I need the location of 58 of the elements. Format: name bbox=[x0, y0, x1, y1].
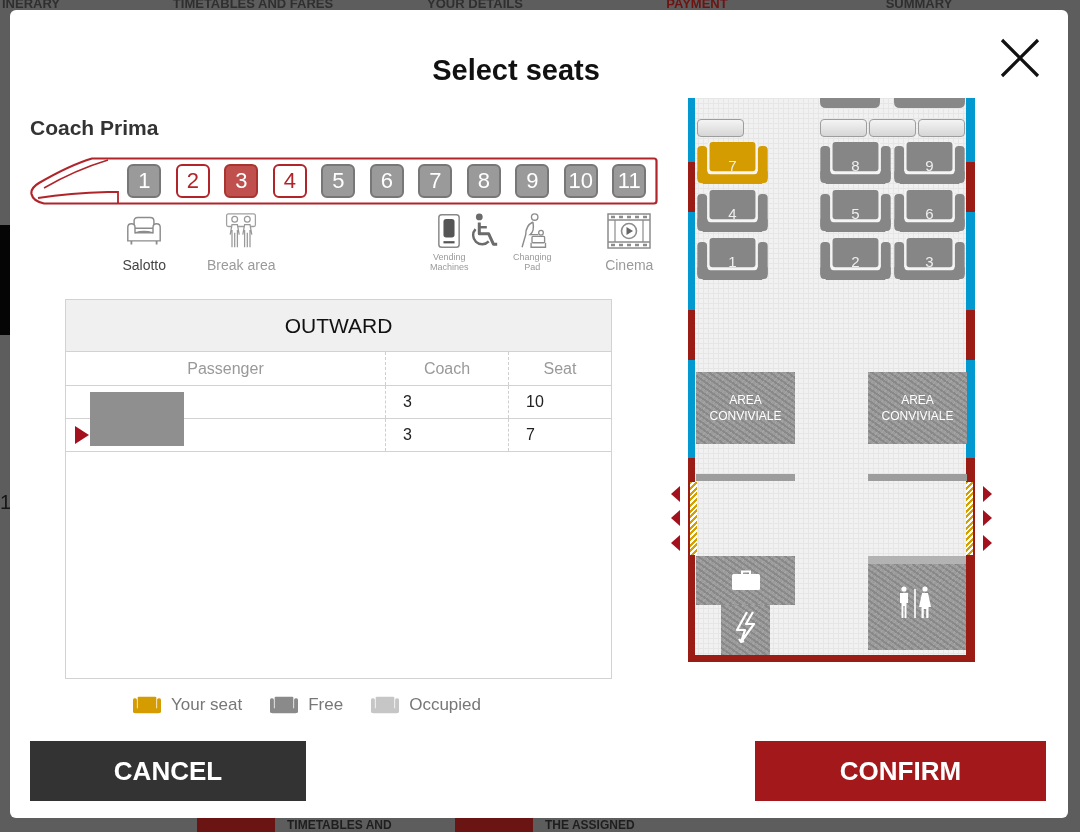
coach-button[interactable]: 10 bbox=[563, 164, 598, 198]
amenity-label: Changing Pad bbox=[513, 252, 552, 272]
coach-button[interactable]: 6 bbox=[369, 164, 404, 198]
table-cell: 3 bbox=[386, 386, 509, 418]
coach-button[interactable]: 7 bbox=[418, 164, 453, 198]
electrical-cabinet bbox=[721, 605, 770, 655]
table-top bbox=[869, 119, 916, 137]
coach-button[interactable]: 1 bbox=[127, 164, 162, 198]
table-title: OUTWARD bbox=[66, 300, 611, 352]
table-top bbox=[697, 119, 744, 137]
door-arrow-icon bbox=[983, 535, 992, 551]
background-text: 1 bbox=[0, 490, 10, 514]
coach-button[interactable]: 3 bbox=[224, 164, 259, 198]
area-label: AREA CONVIVIALE bbox=[881, 392, 954, 424]
cancel-button[interactable]: CANCEL bbox=[30, 741, 306, 801]
film-strip-icon bbox=[607, 213, 652, 249]
coach-button[interactable]: 4 bbox=[272, 164, 307, 198]
table-cell-text: 7 bbox=[525, 425, 536, 445]
vending-machine-icon bbox=[437, 213, 462, 249]
tile-icon bbox=[197, 818, 275, 832]
coach-button[interactable]: 9 bbox=[515, 164, 550, 198]
seat-icon bbox=[820, 98, 880, 108]
door-arrow-icon bbox=[671, 486, 680, 502]
close-button[interactable] bbox=[1000, 38, 1040, 78]
amenity-label: Cinema bbox=[605, 257, 654, 273]
legend-label: Free bbox=[308, 694, 344, 716]
suitcase-icon bbox=[732, 570, 760, 590]
restroom-icon bbox=[897, 586, 933, 620]
door-arrow-icon bbox=[671, 510, 680, 526]
table-top bbox=[918, 119, 965, 137]
coach-button[interactable]: 2 bbox=[175, 164, 210, 198]
column-header: Coach bbox=[386, 352, 509, 385]
dialog-title: Select seats bbox=[432, 53, 600, 88]
confirm-button[interactable]: CONFIRM bbox=[755, 741, 1046, 801]
door-arrow-icon bbox=[671, 535, 680, 551]
column-header: Passenger bbox=[66, 352, 386, 385]
legend-label: Occupied bbox=[409, 694, 481, 716]
door-arrow-icon bbox=[983, 486, 992, 502]
column-header: Seat bbox=[542, 358, 578, 379]
tile-icon bbox=[455, 818, 533, 832]
coach-button[interactable]: 8 bbox=[466, 164, 501, 198]
section-heading: TIMETABLES AND bbox=[286, 819, 393, 832]
table-cell-text: 10 bbox=[525, 392, 545, 412]
section-heading: THE ASSIGNED bbox=[544, 819, 636, 832]
amenity-label: Break area bbox=[207, 257, 276, 273]
area-label: AREA CONVIVIALE bbox=[709, 392, 782, 424]
close-icon bbox=[1000, 38, 1040, 78]
amenity-label: Vending Machines bbox=[430, 252, 469, 272]
lightning-icon bbox=[735, 611, 757, 645]
legend-label: Your seat bbox=[171, 694, 243, 716]
coach-button[interactable]: 11 bbox=[612, 164, 647, 198]
table-top bbox=[820, 119, 867, 137]
table-cell: 3 bbox=[386, 419, 509, 451]
door-arrow-icon bbox=[983, 510, 992, 526]
coach-class-title: Coach Prima bbox=[30, 116, 159, 140]
seat-icon bbox=[894, 98, 965, 108]
amenity-label: Salotto bbox=[122, 257, 167, 273]
coach-button[interactable]: 5 bbox=[321, 164, 356, 198]
